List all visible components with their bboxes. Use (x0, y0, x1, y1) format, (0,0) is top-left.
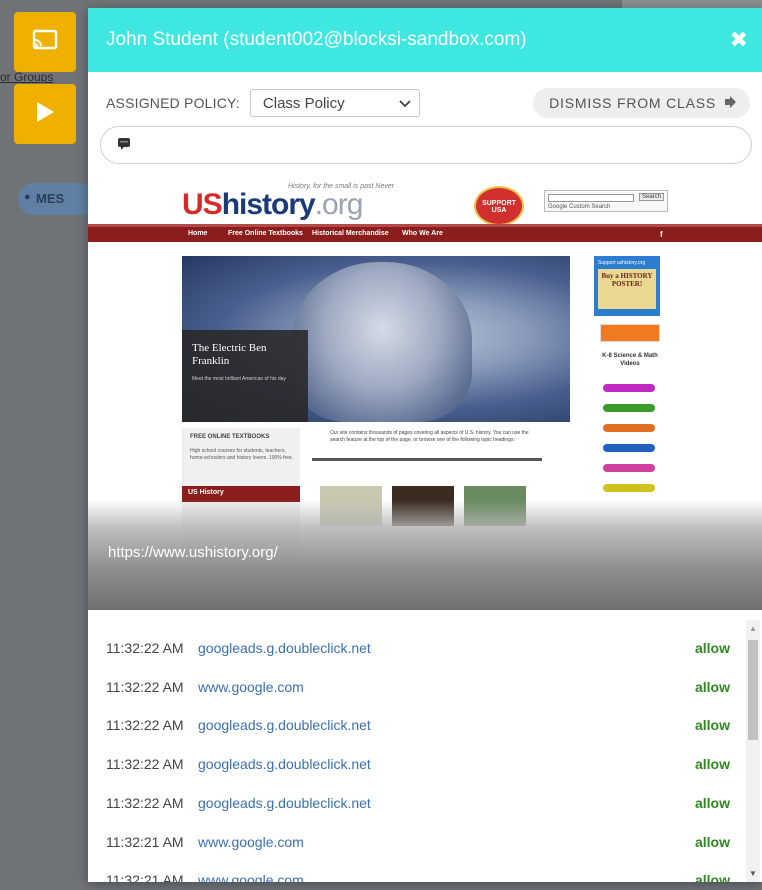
site-logo: UShistory.org (182, 188, 363, 221)
log-host-link[interactable]: googleads.g.doubleclick.net (198, 640, 371, 656)
log-host-link[interactable]: googleads.g.doubleclick.net (198, 795, 371, 811)
scroll-thumb[interactable] (748, 640, 758, 740)
grade-pill (603, 424, 655, 432)
chevron-down-icon (399, 95, 411, 112)
preview-url: https://www.ushistory.org/ (108, 544, 278, 561)
poster-ad: Support ushistory.org Buy a HISTORY POST… (594, 256, 660, 316)
message-input[interactable] (100, 126, 752, 164)
cast-screen-icon (32, 28, 58, 57)
log-row: 11:32:22 AM googleads.g.doubleclick.net al… (106, 754, 730, 774)
log-row: 11:32:21 AM www.google.com allow (106, 870, 730, 882)
log-host-link[interactable]: www.google.com (198, 872, 304, 882)
log-action: allow (694, 717, 730, 734)
student-detail-modal: John Student (student002@blocksi-sandbox… (88, 8, 762, 882)
dismiss-from-class-button[interactable]: DISMISS FROM CLASS (533, 88, 750, 118)
modal-title: John Student (student002@blocksi-sandbox… (106, 29, 527, 50)
log-time: 11:32:22 AM (106, 756, 184, 773)
nav-who: Who We Are (402, 230, 443, 237)
policy-select[interactable]: Class Policy (249, 89, 420, 117)
log-row: 11:32:21 AM www.google.com allow (106, 832, 730, 852)
scroll-up-icon[interactable]: ▲ (749, 624, 757, 633)
log-action: allow (694, 833, 730, 850)
screenshot-preview[interactable]: History, for the small is past Never USh… (88, 180, 762, 610)
grade-pill (603, 404, 655, 412)
sign-out-icon (724, 95, 738, 111)
play-icon (34, 100, 56, 129)
close-icon[interactable]: ✖ (730, 27, 748, 53)
hero-image: The Electric Ben Franklin Meet the most … (182, 256, 570, 422)
log-scrollbar[interactable]: ▲ ▼ (746, 620, 760, 882)
policy-row: ASSIGNED POLICY: Class Policy DISMISS FR… (106, 88, 750, 118)
log-time: 11:32:22 AM (106, 794, 184, 811)
log-time: 11:32:22 AM (106, 678, 184, 695)
log-time: 11:32:21 AM (106, 833, 184, 850)
message-button-label: MES (36, 191, 65, 206)
log-host-link[interactable]: googleads.g.doubleclick.net (198, 756, 371, 772)
log-action: allow (694, 640, 730, 656)
log-host-link[interactable]: googleads.g.doubleclick.net (198, 717, 371, 733)
grade-pill (603, 444, 655, 452)
activity-log: 11:32:22 AM googleads.g.doubleclick.net al… (88, 620, 744, 882)
site-navbar: Home Free Online Textbooks Historical Me… (88, 224, 762, 242)
log-action: allow (694, 872, 730, 882)
grade-pill (603, 384, 655, 392)
site-intro: Our site contains thousands of pages cov… (312, 430, 542, 490)
log-action: allow (694, 794, 730, 811)
log-row: 11:32:22 AM googleads.g.doubleclick.net al… (106, 715, 730, 735)
background-header-strip (622, 0, 762, 8)
log-row: 11:32:22 AM googleads.g.doubleclick.net al… (106, 638, 730, 658)
hero-subtitle: Meet the most brilliant American of his … (192, 376, 286, 382)
grade-pill (603, 484, 655, 492)
chat-icon: ● (24, 191, 31, 203)
log-row: 11:32:22 AM www.google.com allow (106, 677, 730, 697)
assigned-policy-label: ASSIGNED POLICY: (106, 95, 240, 111)
log-time: 11:32:22 AM (106, 640, 184, 656)
dismiss-label: DISMISS FROM CLASS (549, 95, 716, 111)
science-heading: K-8 Science & Math Videos (602, 353, 658, 367)
facebook-icon: f (660, 230, 663, 239)
site-header: History, for the small is past Never USh… (88, 180, 762, 226)
chat-bubble-icon (117, 136, 131, 155)
log-time: 11:32:22 AM (106, 717, 184, 734)
groups-link[interactable]: or Groups (0, 70, 53, 84)
message-button[interactable]: ● MES (18, 183, 98, 215)
nav-home: Home (188, 230, 208, 237)
log-time: 11:32:21 AM (106, 872, 184, 882)
log-host-link[interactable]: www.google.com (198, 834, 304, 850)
log-row: 11:32:22 AM googleads.g.doubleclick.net al… (106, 793, 730, 813)
nav-textbooks: Free Online Textbooks (228, 230, 303, 237)
hero-card: The Electric Ben Franklin Meet the most … (182, 330, 308, 422)
support-seal: SUPPORT USA (474, 186, 524, 226)
log-host-link[interactable]: www.google.com (198, 679, 304, 695)
grade-pill (603, 464, 655, 472)
orange-ad (600, 324, 660, 342)
log-action: allow (694, 678, 730, 695)
site-search: Search Google Custom Search (544, 190, 668, 212)
policy-select-value: Class Policy (262, 94, 345, 112)
cast-screen-button[interactable] (14, 12, 76, 72)
log-action: allow (694, 756, 730, 773)
hero-title: The Electric Ben Franklin (192, 342, 267, 367)
play-button[interactable] (14, 84, 76, 144)
nav-merchandise: Historical Merchandise (312, 230, 389, 237)
scroll-down-icon[interactable]: ▼ (749, 869, 757, 878)
modal-header: John Student (student002@blocksi-sandbox… (88, 8, 762, 72)
